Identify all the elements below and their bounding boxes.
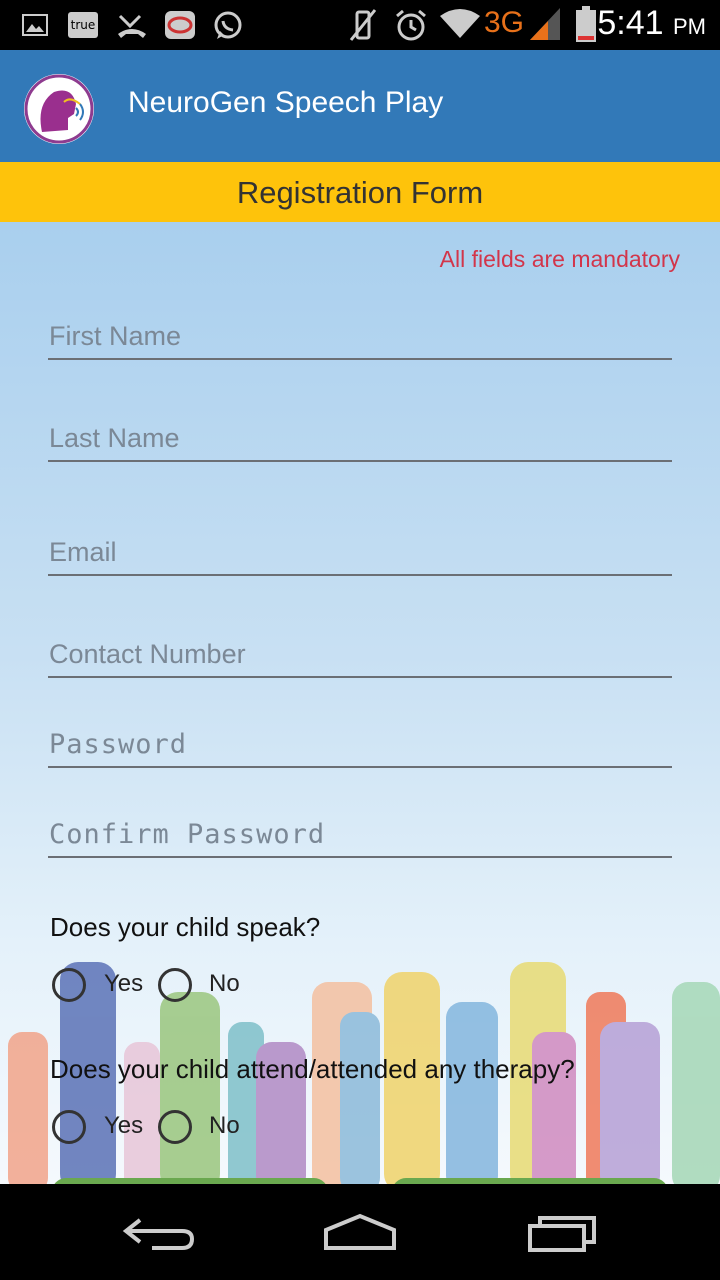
navigation-bar [0, 1184, 720, 1280]
confirm-password-field [48, 812, 673, 858]
confirm-password-input[interactable] [48, 812, 673, 856]
logo-head-icon [24, 74, 94, 144]
child-speak-yes-label: Yes [104, 970, 144, 997]
last-name-field [48, 416, 673, 462]
home-icon[interactable] [322, 1212, 398, 1252]
raised-hands-illustration [8, 962, 720, 1184]
signal-icon [530, 8, 560, 40]
wifi-icon [440, 9, 480, 38]
question-therapy: Does your child attend/attended any ther… [50, 1054, 575, 1084]
contact-number-input[interactable] [48, 632, 673, 676]
clock: 5:41 PM [597, 4, 706, 42]
contact-number-field [48, 632, 673, 678]
form-header-title: Registration Form [236, 175, 484, 210]
vibrate-mute-icon [349, 9, 377, 41]
carrier-badge-icon: true [68, 12, 98, 38]
therapy-no-label: No [209, 1112, 240, 1139]
back-icon[interactable] [122, 1212, 196, 1252]
registration-form[interactable]: All fields are mandatory Does your child… [0, 222, 720, 1184]
form-header: Registration Form [0, 162, 720, 222]
therapy-yes-label: Yes [104, 1112, 144, 1139]
battery-icon [576, 6, 596, 42]
gallery-icon [22, 14, 48, 36]
email-input[interactable] [48, 530, 673, 574]
password-input[interactable] [48, 722, 673, 766]
first-name-field [48, 314, 673, 360]
email-field [48, 530, 673, 576]
last-name-input[interactable] [48, 416, 673, 460]
app-notification-icon [165, 11, 195, 39]
app-bar: NeuroGen Speech Play [0, 50, 720, 162]
app-title: NeuroGen Speech Play [128, 86, 444, 119]
network-type-label: 3G [484, 6, 525, 39]
status-bar: true 3G 5:41 PM [0, 0, 720, 50]
password-field [48, 722, 673, 768]
whatsapp-icon [214, 11, 242, 39]
app-logo[interactable] [24, 74, 94, 144]
therapy-yes-radio[interactable] [52, 1110, 86, 1144]
missed-call-icon [118, 14, 146, 38]
question-child-speak: Does your child speak? [50, 912, 321, 942]
therapy-no-radio[interactable] [158, 1110, 192, 1144]
child-speak-no-radio[interactable] [158, 968, 192, 1002]
first-name-input[interactable] [48, 314, 673, 358]
child-speak-no-label: No [209, 970, 240, 997]
alarm-icon [396, 9, 426, 41]
child-speak-yes-radio[interactable] [52, 968, 86, 1002]
mandatory-note: All fields are mandatory [439, 246, 680, 272]
recent-apps-icon[interactable] [526, 1214, 600, 1254]
